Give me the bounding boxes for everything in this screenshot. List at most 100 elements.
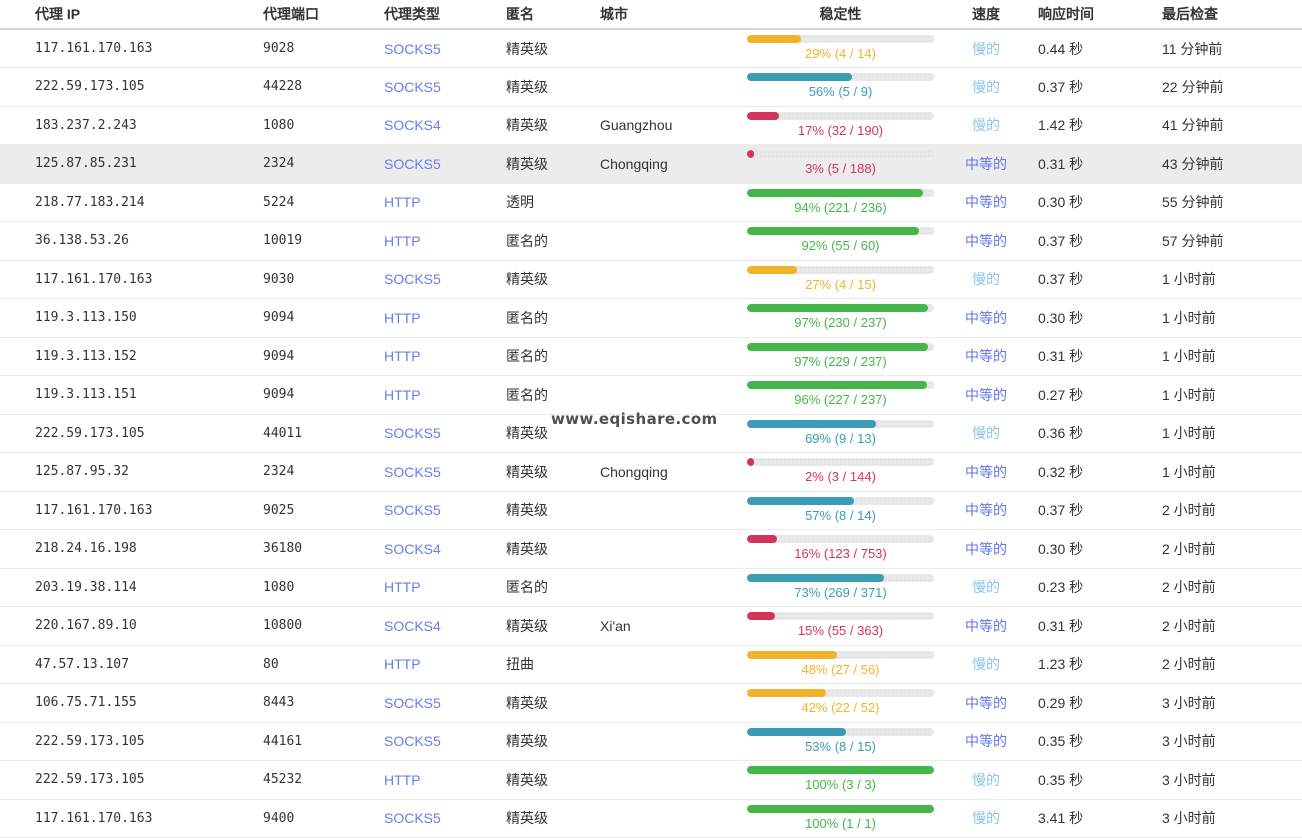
speed-level: 中等的 bbox=[934, 337, 1038, 376]
proxy-port: 10800 bbox=[263, 607, 384, 646]
stability-bar-track bbox=[747, 728, 934, 736]
stability-cell: 42% (22 / 52) bbox=[747, 684, 934, 723]
proxy-type-link[interactable]: HTTP bbox=[384, 194, 421, 210]
table-row: 117.161.170.163 9028 SOCKS5 精英级 29% (4 /… bbox=[0, 29, 1302, 68]
stability-bar-fill bbox=[747, 227, 919, 235]
last-check: 3 小时前 bbox=[1162, 761, 1302, 800]
proxy-type-link[interactable]: SOCKS5 bbox=[384, 695, 441, 711]
proxy-ip: 220.167.89.10 bbox=[0, 607, 263, 646]
stability-cell: 56% (5 / 9) bbox=[747, 68, 934, 107]
speed-level: 慢的 bbox=[934, 645, 1038, 684]
proxy-type-link[interactable]: SOCKS4 bbox=[384, 541, 441, 557]
proxy-port: 10019 bbox=[263, 222, 384, 261]
proxy-type-link[interactable]: HTTP bbox=[384, 772, 421, 788]
stability-bar-fill bbox=[747, 766, 934, 774]
speed-level: 慢的 bbox=[934, 29, 1038, 68]
last-check: 2 小时前 bbox=[1162, 607, 1302, 646]
stability-bar-track bbox=[747, 227, 934, 235]
table-row: 117.161.170.163 9025 SOCKS5 精英级 57% (8 /… bbox=[0, 491, 1302, 530]
city bbox=[600, 29, 747, 68]
proxy-type-link[interactable]: SOCKS5 bbox=[384, 502, 441, 518]
proxy-type-link[interactable]: SOCKS5 bbox=[384, 425, 441, 441]
proxy-type-link[interactable]: HTTP bbox=[384, 310, 421, 326]
anonymity-level: 精英级 bbox=[506, 607, 600, 646]
speed-level: 中等的 bbox=[934, 145, 1038, 184]
proxy-type-link[interactable]: SOCKS5 bbox=[384, 79, 441, 95]
stability-bar-fill bbox=[747, 73, 852, 81]
proxy-type-link[interactable]: HTTP bbox=[384, 233, 421, 249]
response-time: 0.30 秒 bbox=[1038, 530, 1162, 569]
proxy-ip: 119.3.113.150 bbox=[0, 299, 263, 338]
stability-cell: 100% (1 / 1) bbox=[747, 799, 934, 838]
response-time: 0.31 秒 bbox=[1038, 145, 1162, 184]
anonymity-level: 精英级 bbox=[506, 491, 600, 530]
proxy-ip: 125.87.85.231 bbox=[0, 145, 263, 184]
city bbox=[600, 684, 747, 723]
city bbox=[600, 530, 747, 569]
proxy-type-link[interactable]: SOCKS5 bbox=[384, 733, 441, 749]
stability-cell: 96% (227 / 237) bbox=[747, 376, 934, 415]
stability-label: 42% (22 / 52) bbox=[747, 700, 934, 716]
stability-bar-fill bbox=[747, 805, 934, 813]
last-check: 2 小时前 bbox=[1162, 530, 1302, 569]
stability-bar-track bbox=[747, 612, 934, 620]
response-time: 0.37 秒 bbox=[1038, 491, 1162, 530]
speed-level: 中等的 bbox=[934, 376, 1038, 415]
proxy-type-link[interactable]: HTTP bbox=[384, 387, 421, 403]
stability-label: 53% (8 / 15) bbox=[747, 739, 934, 755]
proxy-port: 8443 bbox=[263, 684, 384, 723]
proxy-port: 1080 bbox=[263, 106, 384, 145]
proxy-type-link[interactable]: SOCKS4 bbox=[384, 117, 441, 133]
proxy-type-link[interactable]: SOCKS5 bbox=[384, 464, 441, 480]
proxy-ip: 117.161.170.163 bbox=[0, 29, 263, 68]
response-time: 0.27 秒 bbox=[1038, 376, 1162, 415]
stability-label: 27% (4 / 15) bbox=[747, 277, 934, 293]
stability-cell: 27% (4 / 15) bbox=[747, 260, 934, 299]
stability-bar-track bbox=[747, 497, 934, 505]
last-check: 1 小时前 bbox=[1162, 299, 1302, 338]
proxy-type-link[interactable]: HTTP bbox=[384, 348, 421, 364]
table-row: 183.237.2.243 1080 SOCKS4 精英级 Guangzhou … bbox=[0, 106, 1302, 145]
response-time: 0.35 秒 bbox=[1038, 761, 1162, 800]
table-row: 119.3.113.150 9094 HTTP 匿名的 97% (230 / 2… bbox=[0, 299, 1302, 338]
table-row: 106.75.71.155 8443 SOCKS5 精英级 42% (22 / … bbox=[0, 684, 1302, 723]
last-check: 55 分钟前 bbox=[1162, 183, 1302, 222]
proxy-list-page: 代理 IP 代理端口 代理类型 匿名 城市 稳定性 速度 响应时间 最后检查 1… bbox=[0, 0, 1302, 838]
city: Xi'an bbox=[600, 607, 747, 646]
proxy-type-link[interactable]: SOCKS5 bbox=[384, 156, 441, 172]
anonymity-level: 精英级 bbox=[506, 684, 600, 723]
city bbox=[600, 299, 747, 338]
proxy-type-link[interactable]: SOCKS4 bbox=[384, 618, 441, 634]
last-check: 57 分钟前 bbox=[1162, 222, 1302, 261]
proxy-port: 45232 bbox=[263, 761, 384, 800]
speed-level: 中等的 bbox=[934, 453, 1038, 492]
proxy-type-link[interactable]: SOCKS5 bbox=[384, 271, 441, 287]
city bbox=[600, 183, 747, 222]
proxy-ip: 222.59.173.105 bbox=[0, 722, 263, 761]
city bbox=[600, 260, 747, 299]
speed-level: 中等的 bbox=[934, 607, 1038, 646]
proxy-type-link[interactable]: HTTP bbox=[384, 579, 421, 595]
proxy-type-link[interactable]: SOCKS5 bbox=[384, 810, 441, 826]
anonymity-level: 精英级 bbox=[506, 145, 600, 184]
stability-cell: 3% (5 / 188) bbox=[747, 145, 934, 184]
table-row: 218.24.16.198 36180 SOCKS4 精英级 16% (123 … bbox=[0, 530, 1302, 569]
table-row: 125.87.85.231 2324 SOCKS5 精英级 Chongqing … bbox=[0, 145, 1302, 184]
anonymity-level: 精英级 bbox=[506, 722, 600, 761]
proxy-type-link[interactable]: SOCKS5 bbox=[384, 41, 441, 57]
table-row: 47.57.13.107 80 HTTP 扭曲 48% (27 / 56) 慢的… bbox=[0, 645, 1302, 684]
proxy-type-link[interactable]: HTTP bbox=[384, 656, 421, 672]
proxy-table: 代理 IP 代理端口 代理类型 匿名 城市 稳定性 速度 响应时间 最后检查 1… bbox=[0, 0, 1302, 838]
proxy-ip: 117.161.170.163 bbox=[0, 260, 263, 299]
anonymity-level: 匿名的 bbox=[506, 299, 600, 338]
last-check: 43 分钟前 bbox=[1162, 145, 1302, 184]
proxy-ip: 218.77.183.214 bbox=[0, 183, 263, 222]
stability-cell: 100% (3 / 3) bbox=[747, 761, 934, 800]
stability-label: 57% (8 / 14) bbox=[747, 508, 934, 524]
stability-bar-track bbox=[747, 343, 934, 351]
stability-cell: 15% (55 / 363) bbox=[747, 607, 934, 646]
proxy-ip: 125.87.95.32 bbox=[0, 453, 263, 492]
response-time: 0.36 秒 bbox=[1038, 414, 1162, 453]
proxy-port: 9400 bbox=[263, 799, 384, 838]
city bbox=[600, 414, 747, 453]
